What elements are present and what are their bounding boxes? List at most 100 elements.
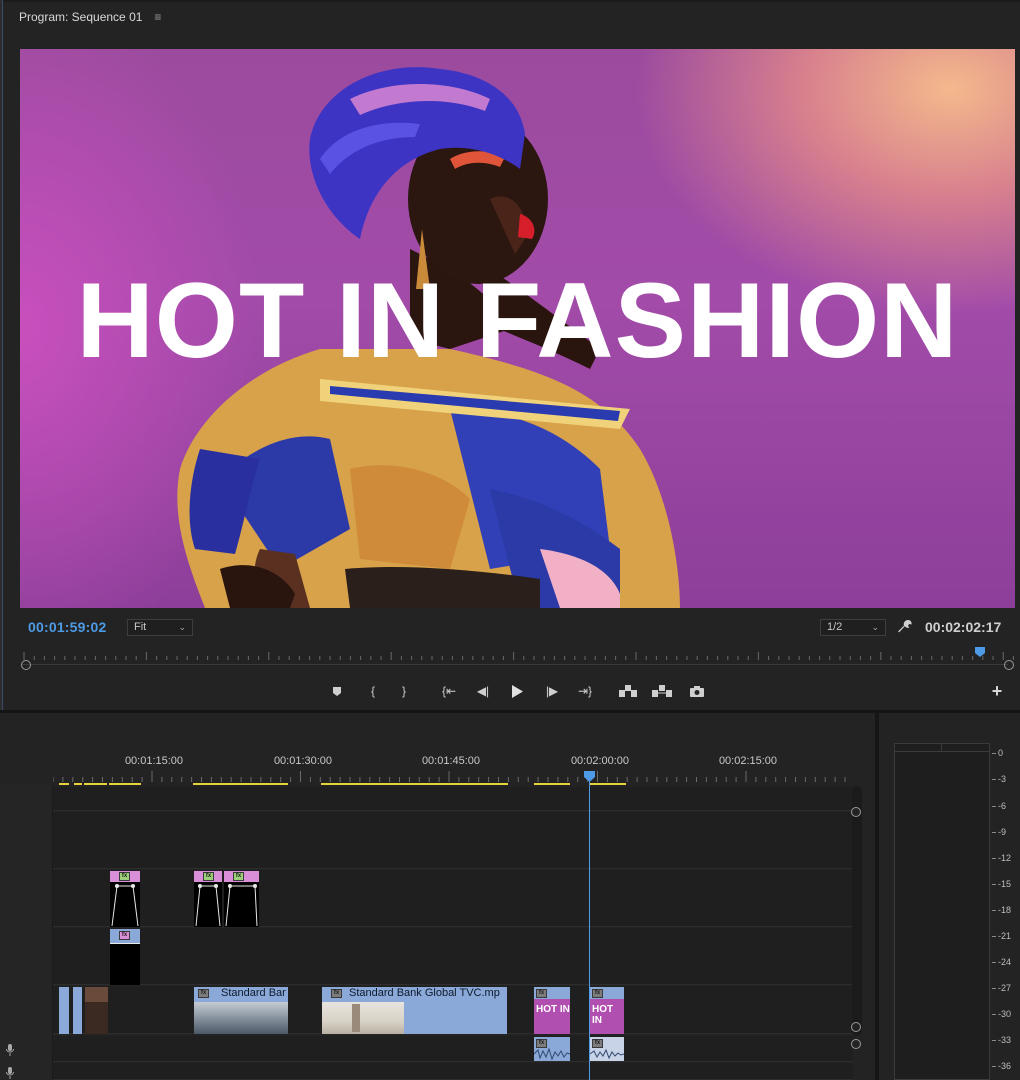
go-to-out-icon: ⇥} bbox=[577, 684, 593, 698]
video-tracks-scrollbar[interactable] bbox=[852, 786, 862, 1036]
scale-tick bbox=[992, 884, 996, 885]
track-v2[interactable] bbox=[53, 928, 853, 985]
clip-thumbnail bbox=[322, 1002, 404, 1034]
mark-out-button[interactable]: } bbox=[393, 680, 415, 702]
audio-waveform bbox=[534, 1047, 570, 1061]
opacity-keyframe-line bbox=[111, 884, 139, 927]
chevron-down-icon: ⌄ bbox=[871, 622, 879, 632]
track-headers bbox=[0, 785, 53, 1080]
program-video-frame[interactable]: HOT IN FASHION bbox=[20, 49, 1015, 608]
render-bar bbox=[321, 783, 508, 785]
meter-channel-divider bbox=[941, 743, 942, 751]
opacity-keyframe-line bbox=[225, 884, 258, 927]
scrollbar-bottom-handle[interactable] bbox=[851, 1022, 861, 1032]
opacity-line bbox=[110, 943, 140, 944]
video-clip[interactable] bbox=[59, 987, 69, 1034]
export-frame-button[interactable] bbox=[686, 680, 708, 702]
track-v4[interactable] bbox=[53, 812, 853, 869]
scrollbar-top-handle[interactable] bbox=[851, 807, 861, 817]
zoom-level-value: Fit bbox=[134, 621, 147, 633]
extract-button[interactable] bbox=[651, 680, 673, 702]
fx-badge-icon: fx bbox=[592, 989, 603, 998]
zoom-scroll-end-handle[interactable] bbox=[1004, 660, 1014, 670]
panel-title: Program: Sequence 01 bbox=[19, 10, 143, 24]
scale-label: -27 bbox=[998, 983, 1012, 993]
transport-controls: { } {⇤ ◀| |▶ ⇥} bbox=[0, 680, 1020, 702]
opacity-keyframe-line bbox=[195, 884, 221, 927]
video-clip[interactable]: fx HOT IN bbox=[534, 987, 570, 1034]
title-clip[interactable]: fx bbox=[110, 871, 140, 927]
scale-label: -36 bbox=[998, 1061, 1012, 1071]
clip-name: Standard Bank Global TVC.mp bbox=[349, 987, 500, 999]
add-marker-button[interactable] bbox=[326, 680, 348, 702]
video-clip[interactable]: fx HOT IN bbox=[590, 987, 624, 1034]
render-bar bbox=[534, 783, 570, 785]
play-button[interactable] bbox=[506, 680, 528, 702]
track-v3[interactable] bbox=[53, 870, 853, 927]
zoom-scroll-start-handle[interactable] bbox=[21, 660, 31, 670]
fx-badge-icon: fx bbox=[203, 872, 214, 881]
voiceover-mic-icon[interactable] bbox=[6, 1067, 14, 1079]
fx-badge-icon: fx bbox=[119, 872, 130, 881]
audio-scrollbar-handle[interactable] bbox=[851, 1039, 861, 1049]
mark-in-icon: { bbox=[370, 684, 375, 698]
voiceover-mic-icon[interactable] bbox=[6, 1044, 14, 1056]
audio-clip[interactable]: fx bbox=[534, 1037, 570, 1061]
scale-tick bbox=[992, 962, 996, 963]
scale-label: -21 bbox=[998, 931, 1012, 941]
mark-in-button[interactable]: { bbox=[362, 680, 384, 702]
button-editor-add-button[interactable]: + bbox=[986, 680, 1008, 702]
track-a2[interactable] bbox=[53, 1063, 853, 1080]
title-clip[interactable]: fx bbox=[194, 871, 222, 927]
title-overlay-text[interactable]: HOT IN FASHION bbox=[20, 267, 1015, 374]
track-a1[interactable] bbox=[53, 1036, 853, 1062]
zoom-level-select[interactable]: Fit ⌄ bbox=[127, 619, 193, 636]
ruler-label: 00:01:30:00 bbox=[273, 755, 333, 767]
scale-label: -6 bbox=[998, 801, 1007, 811]
video-clip[interactable] bbox=[85, 987, 108, 1034]
scale-tick bbox=[992, 910, 996, 911]
video-clip[interactable]: fx Standard Bar bbox=[194, 987, 288, 1034]
extract-icon bbox=[652, 685, 672, 697]
scale-label: -15 bbox=[998, 879, 1012, 889]
scale-label: -24 bbox=[998, 957, 1012, 967]
go-to-out-button[interactable]: ⇥} bbox=[574, 680, 596, 702]
panel-left-border bbox=[0, 0, 3, 712]
lift-button[interactable] bbox=[617, 680, 639, 702]
clip-thumbnail-text: HOT IN bbox=[536, 1004, 570, 1015]
go-to-in-button[interactable]: {⇤ bbox=[438, 680, 460, 702]
adjustment-clip[interactable]: fx bbox=[110, 929, 140, 985]
fx-badge-icon: fx bbox=[536, 989, 547, 998]
hamburger-menu-icon[interactable]: ≡ bbox=[154, 10, 161, 24]
clip-thumbnail-figure bbox=[352, 1004, 360, 1032]
wrench-icon[interactable] bbox=[897, 618, 913, 636]
step-back-button[interactable]: ◀| bbox=[472, 680, 494, 702]
step-forward-button[interactable]: |▶ bbox=[541, 680, 563, 702]
current-timecode[interactable]: 00:01:59:02 bbox=[28, 619, 106, 635]
render-bar bbox=[193, 783, 288, 785]
audio-clip[interactable]: fx bbox=[590, 1037, 624, 1061]
mini-timeline-track[interactable] bbox=[22, 664, 1008, 665]
timeline-ruler[interactable] bbox=[53, 771, 853, 783]
fx-badge-icon: fx bbox=[198, 989, 209, 998]
track-v5[interactable] bbox=[53, 787, 853, 811]
scale-tick bbox=[992, 753, 996, 754]
mini-timeline-ruler[interactable] bbox=[20, 650, 1015, 662]
program-monitor-tab[interactable]: Program: Sequence 01 ≡ bbox=[0, 0, 170, 34]
video-clip[interactable]: fx Standard Bank Global TVC.mp bbox=[322, 987, 507, 1034]
title-clip[interactable]: fx bbox=[224, 871, 259, 927]
clip-thumbnail-text: HOT IN bbox=[592, 1004, 614, 1026]
scale-label: -33 bbox=[998, 1035, 1012, 1045]
playhead-line[interactable] bbox=[589, 780, 590, 1080]
camera-icon bbox=[690, 685, 704, 697]
clip-name: Standard Bar bbox=[221, 987, 286, 999]
playback-resolution-select[interactable]: 1/2 ⌄ bbox=[820, 619, 886, 636]
ruler-label: 00:02:15:00 bbox=[718, 755, 778, 767]
video-clip[interactable] bbox=[73, 987, 82, 1034]
timeline-ruler-labels: 00:01:15:00 00:01:30:00 00:01:45:00 00:0… bbox=[53, 755, 853, 771]
fx-badge-icon: fx bbox=[331, 989, 342, 998]
scale-tick bbox=[992, 832, 996, 833]
fx-badge-icon: fx bbox=[233, 872, 244, 881]
audio-waveform bbox=[590, 1048, 624, 1060]
step-back-icon: ◀| bbox=[476, 684, 490, 698]
